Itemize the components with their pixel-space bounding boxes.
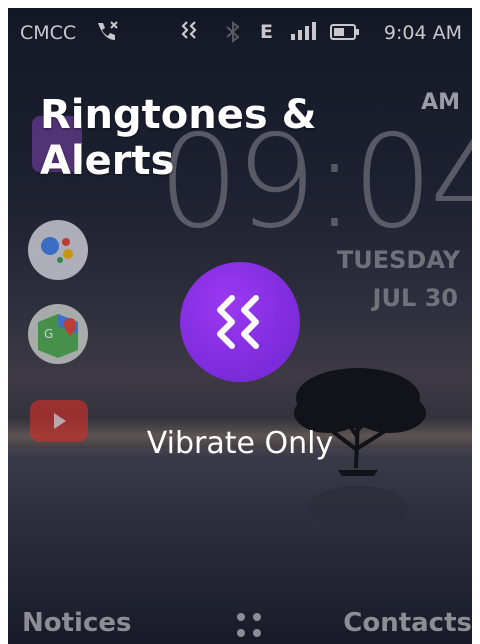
status-time: 9:04 AM xyxy=(383,22,462,44)
clock-day: TUESDAY xyxy=(336,246,460,274)
bluetooth-icon xyxy=(224,20,242,49)
status-bar: CMCC E 9:04 AM xyxy=(8,8,472,52)
call-icon xyxy=(94,20,120,47)
clock-date: JUL 30 xyxy=(372,284,458,312)
assistant-icon[interactable] xyxy=(28,220,88,280)
vibrate-mode-label: Vibrate Only xyxy=(146,426,334,461)
softkey-notices[interactable]: Notices xyxy=(22,608,131,638)
overlay-title-line2: Alerts xyxy=(40,138,175,184)
battery-icon xyxy=(330,23,360,46)
network-type-label: E xyxy=(260,21,273,43)
overlay-title: Ringtones & Alerts xyxy=(40,92,370,184)
overlay-title-line1: Ringtones & xyxy=(40,92,317,138)
svg-text:G: G xyxy=(44,327,53,341)
carrier-label: CMCC xyxy=(20,22,77,44)
softkey-contacts[interactable]: Contacts xyxy=(343,608,472,638)
maps-icon[interactable]: G xyxy=(28,304,88,364)
signal-icon xyxy=(290,20,320,47)
apps-grid-icon[interactable] xyxy=(233,610,265,644)
vibrate-mode-icon xyxy=(180,262,300,382)
softkey-bar: Notices Contacts xyxy=(8,600,472,644)
vibrate-icon xyxy=(180,20,202,47)
